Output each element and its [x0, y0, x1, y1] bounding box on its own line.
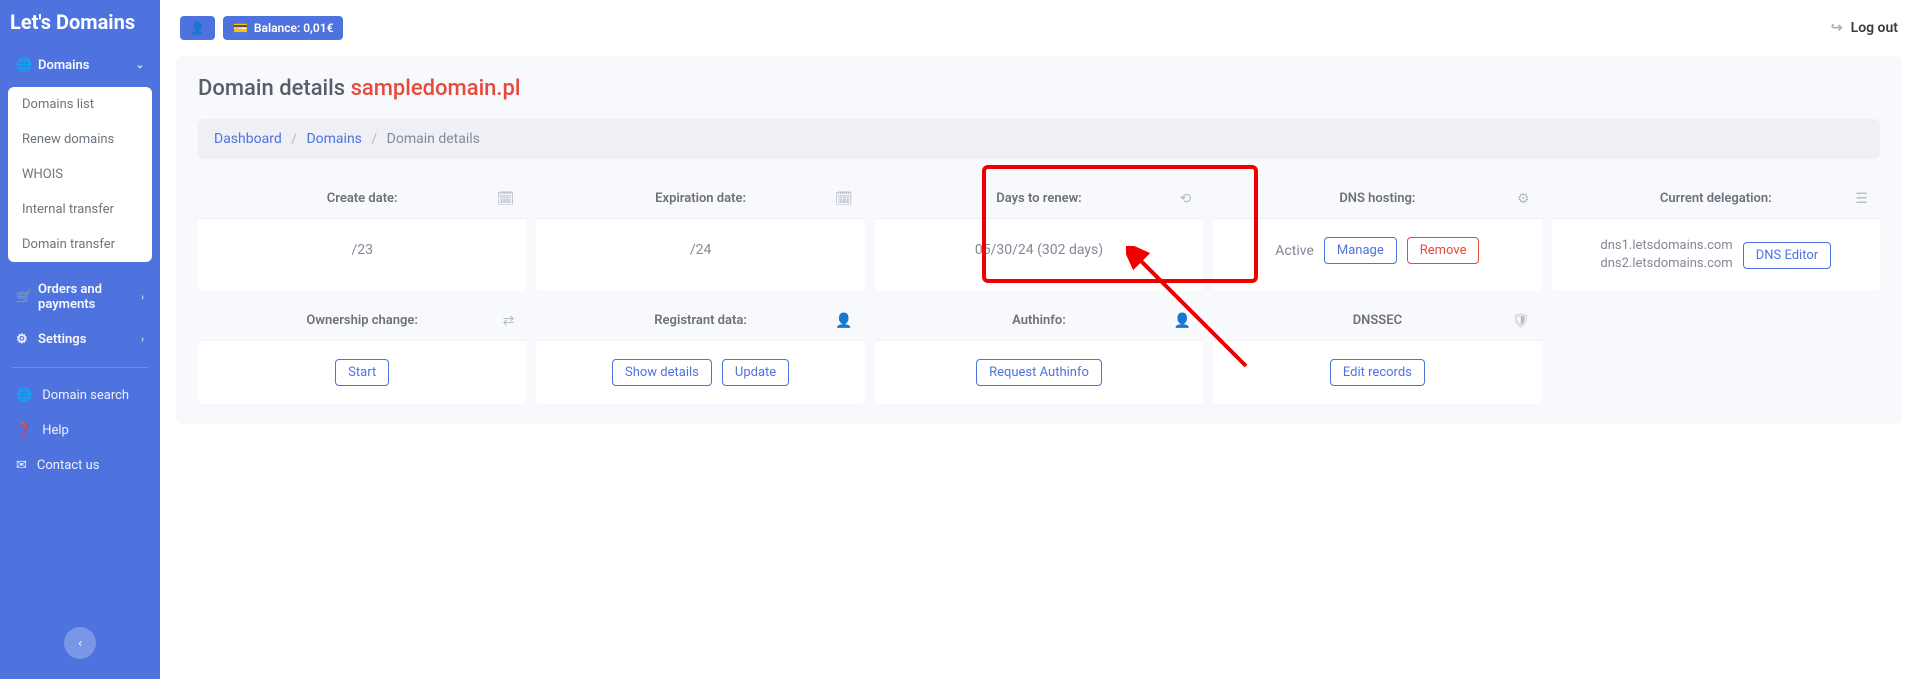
nav-settings[interactable]: ⚙ Settings › [8, 322, 152, 357]
nav-orders-label: Orders and payments [38, 282, 141, 312]
nav-domains-label: Domains [38, 58, 136, 73]
user-icon: 👤 [1174, 313, 1191, 329]
nameservers: dns1.letsdomains.com dns2.letsdomains.co… [1600, 237, 1732, 273]
dns-editor-button[interactable]: DNS Editor [1743, 242, 1831, 269]
card-dnssec: DNSSEC🛡 Edit records [1213, 301, 1541, 404]
dns-status: Active [1275, 243, 1314, 259]
dns-remove-button[interactable]: Remove [1407, 237, 1480, 264]
nav-contact[interactable]: ✉Contact us [0, 448, 160, 483]
sidebar-collapse-button[interactable]: ‹ [64, 627, 96, 659]
card-create-date: Create date:🗓 /23 [198, 179, 526, 291]
mail-icon: ✉ [16, 458, 27, 473]
subnav-whois[interactable]: WHOIS [8, 157, 152, 192]
subnav-domain-transfer[interactable]: Domain transfer [8, 227, 152, 262]
chevron-right-icon: › [141, 334, 144, 345]
card-ownership-change: Ownership change:⇄ Start [198, 301, 526, 404]
page-title: Domain details sampledomain.pl [198, 76, 1880, 101]
list-icon: ☰ [1855, 191, 1868, 207]
wallet-icon: 💳 [233, 21, 248, 35]
cart-icon: 🛒 [16, 290, 30, 305]
logo-text: Let's Domains [10, 10, 135, 34]
registrant-update-button[interactable]: Update [722, 359, 789, 386]
nav-orders[interactable]: 🛒 Orders and payments › [8, 272, 152, 322]
domain-name: sampledomain.pl [351, 76, 521, 101]
subnav-internal-transfer[interactable]: Internal transfer [8, 192, 152, 227]
subnav-renew-domains[interactable]: Renew domains [8, 122, 152, 157]
dns-manage-button[interactable]: Manage [1324, 237, 1397, 264]
nav-domain-search[interactable]: 🌐Domain search [0, 378, 160, 413]
card-expiration-date: Expiration date:🗓 /24 [536, 179, 864, 291]
nav-help[interactable]: ❓Help [0, 413, 160, 448]
card-authinfo: Authinfo:👤 Request Authinfo [875, 301, 1203, 404]
topbar: 👤 💳Balance: 0,01€ ↪Log out [160, 0, 1918, 56]
card-days-to-renew: Days to renew:⟲ 05/30/24 (302 days) [875, 179, 1203, 291]
registrant-show-button[interactable]: Show details [612, 359, 712, 386]
globe-icon: 🌐 [16, 58, 30, 73]
breadcrumb-domains[interactable]: Domains [306, 131, 361, 147]
chevron-down-icon: ⌄ [136, 60, 144, 71]
gear-user-icon: ⚙ [1517, 191, 1530, 207]
history-icon: ⟲ [1179, 191, 1191, 207]
nav-domains-submenu: Domains list Renew domains WHOIS Interna… [8, 87, 152, 262]
breadcrumb: Dashboard / Domains / Domain details [198, 119, 1880, 159]
gear-icon: ⚙ [16, 332, 30, 347]
breadcrumb-dashboard[interactable]: Dashboard [214, 131, 282, 147]
days-to-renew-value: 05/30/24 (302 days) [975, 242, 1103, 258]
summary-grid-row1: Create date:🗓 /23 Expiration date:🗓 /24 … [198, 179, 1880, 291]
user-button[interactable]: 👤 [180, 16, 215, 40]
question-icon: ❓ [16, 423, 32, 438]
exchange-icon: ⇄ [503, 313, 515, 329]
user-icon: 👤 [835, 313, 852, 329]
logout-button[interactable]: ↪Log out [1831, 20, 1898, 36]
summary-grid-row2: Ownership change:⇄ Start Registrant data… [198, 301, 1880, 404]
request-authinfo-button[interactable]: Request Authinfo [976, 359, 1102, 386]
calendar-x-icon: 🗓 [835, 191, 853, 207]
balance-button[interactable]: 💳Balance: 0,01€ [223, 16, 344, 40]
create-date-value: /23 [351, 242, 373, 258]
chevron-right-icon: › [141, 292, 144, 303]
globe-icon: 🌐 [16, 388, 32, 403]
breadcrumb-current: Domain details [387, 131, 480, 147]
logout-icon: ↪ [1831, 20, 1843, 36]
expiration-date-value: /24 [690, 242, 712, 258]
sidebar: Let's Domains 🌐 Domains ⌄ Domains list R… [0, 0, 160, 679]
card-dns-hosting: DNS hosting:⚙ Active Manage Remove [1213, 179, 1541, 291]
card-registrant-data: Registrant data:👤 Show details Update [536, 301, 864, 404]
ownership-start-button[interactable]: Start [335, 359, 389, 386]
logo: Let's Domains [0, 0, 160, 48]
nav-settings-label: Settings [38, 332, 141, 347]
user-icon: 👤 [190, 21, 205, 35]
subnav-domains-list[interactable]: Domains list [8, 87, 152, 122]
nav-domains[interactable]: 🌐 Domains ⌄ [8, 48, 152, 83]
dnssec-edit-button[interactable]: Edit records [1330, 359, 1425, 386]
shield-icon: 🛡 [1512, 313, 1530, 329]
card-current-delegation: Current delegation:☰ dns1.letsdomains.co… [1552, 179, 1880, 291]
calendar-icon: 🗓 [497, 191, 515, 207]
page-panel: Domain details sampledomain.pl Dashboard… [176, 56, 1902, 424]
